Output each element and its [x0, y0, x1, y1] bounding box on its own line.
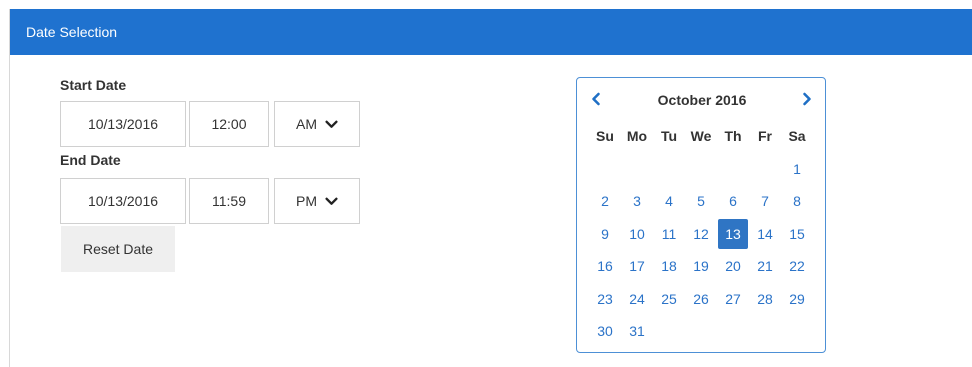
calendar-day[interactable]: 20 — [717, 250, 749, 283]
prev-month-button[interactable] — [587, 90, 605, 108]
next-month-button[interactable] — [798, 90, 816, 108]
calendar-day[interactable]: 11 — [653, 218, 685, 251]
calendar-day[interactable]: 5 — [685, 185, 717, 218]
calendar-day[interactable]: 3 — [621, 185, 653, 218]
calendar-day[interactable]: 12 — [685, 218, 717, 251]
start-date-input[interactable]: 10/13/2016 — [60, 101, 186, 147]
calendar-day[interactable]: 25 — [653, 283, 685, 316]
calendar-day[interactable]: 21 — [749, 250, 781, 283]
start-date-value: 10/13/2016 — [87, 116, 159, 132]
start-ampm-select[interactable]: AM — [274, 101, 360, 147]
chevron-down-icon — [325, 197, 338, 205]
end-date-label: End Date — [60, 152, 121, 168]
calendar-month-title: October 2016 — [657, 92, 747, 108]
start-date-label: Start Date — [60, 77, 127, 93]
panel-header: Date Selection — [10, 9, 972, 55]
end-time-value: 11:59 — [212, 193, 246, 209]
calendar-day[interactable]: 29 — [781, 283, 813, 316]
calendar-day-selected[interactable]: 13 — [718, 218, 748, 249]
calendar-day[interactable]: 9 — [589, 218, 621, 251]
weekday-header: Mo — [626, 128, 648, 145]
calendar-day[interactable]: 16 — [589, 250, 621, 283]
start-time-input[interactable]: 12:00 — [189, 101, 269, 147]
calendar-day[interactable]: 2 — [589, 185, 621, 218]
calendar-day[interactable]: 28 — [749, 283, 781, 316]
weekday-header: Th — [724, 128, 742, 145]
calendar-grid: Su Mo Tu We Th Fr Sa 1 2 3 4 5 6 7 8 9 10 11 12 13 14 15 16 17 1… — [589, 120, 815, 348]
calendar-day[interactable]: 4 — [653, 185, 685, 218]
calendar-day[interactable]: 22 — [781, 250, 813, 283]
calendar-day[interactable]: 8 — [781, 185, 813, 218]
calendar-day[interactable]: 7 — [749, 185, 781, 218]
calendar-day[interactable]: 23 — [589, 283, 621, 316]
weekday-header: Su — [596, 128, 614, 145]
weekday-header: Tu — [660, 128, 678, 145]
calendar-day[interactable]: 26 — [685, 283, 717, 316]
calendar-empty-cell — [717, 153, 749, 186]
calendar-day[interactable]: 10 — [621, 218, 653, 251]
calendar-empty-cell — [621, 153, 653, 186]
end-date-input[interactable]: 10/13/2016 — [60, 178, 186, 224]
chevron-left-icon — [592, 92, 600, 106]
calendar-day[interactable]: 1 — [781, 153, 813, 186]
start-time-value: 12:00 — [211, 116, 247, 132]
calendar-day[interactable]: 18 — [653, 250, 685, 283]
panel-title: Date Selection — [26, 24, 118, 40]
calendar-day[interactable]: 15 — [781, 218, 813, 251]
calendar-day[interactable]: 6 — [717, 185, 749, 218]
chevron-down-icon — [325, 120, 338, 128]
calendar-day[interactable]: 17 — [621, 250, 653, 283]
calendar-widget: October 2016 Su Mo Tu We Th Fr Sa 1 2 3 4 5 6 7 8 9 10 11… — [576, 77, 826, 353]
weekday-header: We — [690, 128, 712, 145]
calendar-empty-cell — [589, 153, 621, 186]
calendar-day[interactable]: 31 — [621, 315, 653, 348]
calendar-day[interactable]: 30 — [589, 315, 621, 348]
calendar-day[interactable]: 14 — [749, 218, 781, 251]
reset-date-button[interactable]: Reset Date — [61, 226, 175, 272]
weekday-header: Fr — [758, 128, 772, 145]
end-time-input[interactable]: 11:59 — [189, 178, 269, 224]
weekday-header: Sa — [788, 128, 806, 145]
chevron-right-icon — [803, 92, 811, 106]
calendar-empty-cell — [685, 153, 717, 186]
calendar-day[interactable]: 27 — [717, 283, 749, 316]
start-ampm-value: AM — [296, 116, 317, 132]
date-selection-panel: Date Selection Start Date 10/13/2016 12:… — [9, 9, 972, 367]
end-ampm-value: PM — [296, 193, 317, 209]
calendar-day[interactable]: 24 — [621, 283, 653, 316]
end-ampm-select[interactable]: PM — [274, 178, 360, 224]
end-date-value: 10/13/2016 — [87, 193, 159, 209]
calendar-day[interactable]: 19 — [685, 250, 717, 283]
calendar-empty-cell — [749, 153, 781, 186]
calendar-empty-cell — [653, 153, 685, 186]
